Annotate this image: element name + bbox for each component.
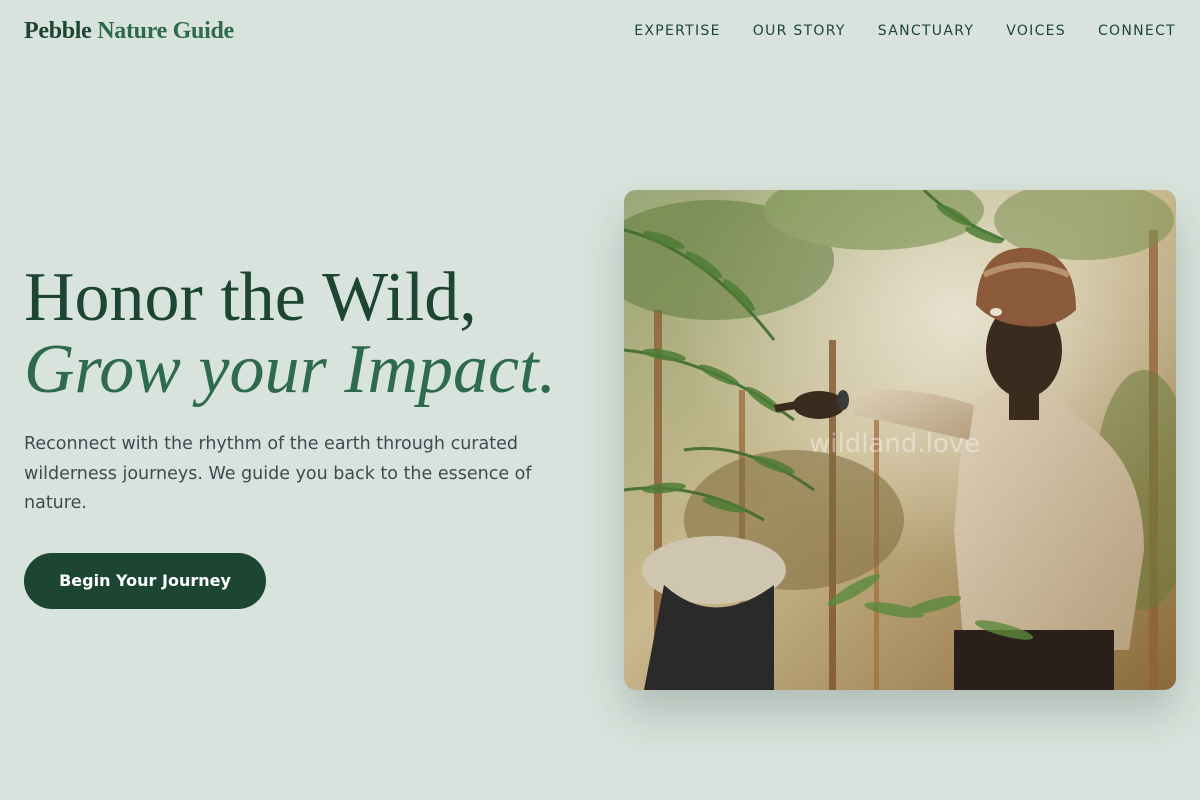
hero-title-line1: Honor the Wild,	[24, 259, 477, 336]
begin-journey-button[interactable]: Begin Your Journey	[24, 552, 266, 609]
hero-section: Honor the Wild, Grow your Impact. Reconn…	[24, 262, 604, 609]
nav-item-expertise[interactable]: EXPERTISE	[634, 23, 721, 39]
image-watermark: wildland.love	[809, 429, 980, 459]
brand-name-first: Pebble	[24, 18, 92, 44]
nav-item-voices[interactable]: VOICES	[1006, 23, 1066, 39]
hero-title: Honor the Wild, Grow your Impact.	[24, 262, 604, 406]
nav-item-sanctuary[interactable]: SANCTUARY	[878, 23, 974, 39]
hero-photo-illustration: wildland.love	[624, 190, 1176, 690]
hero-image: wildland.love	[624, 190, 1176, 690]
main-nav: EXPERTISE OUR STORY SANCTUARY VOICES CON…	[634, 23, 1176, 39]
brand-name-second: Nature Guide	[97, 18, 234, 44]
brand-logo[interactable]: Pebble Nature Guide	[24, 18, 234, 45]
hero-description: Reconnect with the rhythm of the earth t…	[24, 434, 532, 513]
nav-item-connect[interactable]: CONNECT	[1098, 23, 1176, 39]
nav-item-our-story[interactable]: OUR STORY	[753, 23, 846, 39]
hero-title-line2: Grow your Impact.	[24, 331, 557, 408]
